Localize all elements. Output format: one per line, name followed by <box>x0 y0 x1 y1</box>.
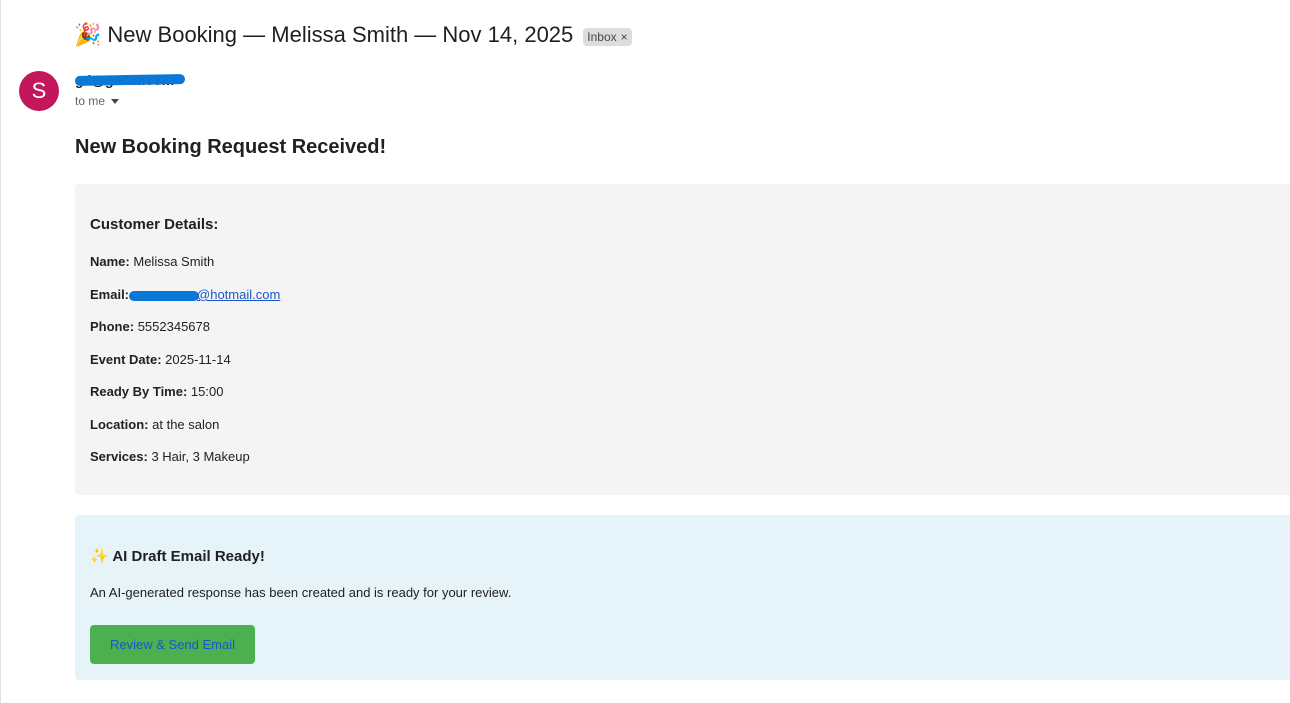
detail-value: Melissa Smith <box>133 254 215 269</box>
email-heading: New Booking Request Received! <box>75 136 387 158</box>
subject-row: 🎉 New Booking — Melissa Smith — Nov 14, … <box>74 19 632 51</box>
review-send-email-button[interactable]: Review & Send Email <box>90 625 255 664</box>
redaction-mark <box>74 74 186 86</box>
detail-ready-by-time: Ready By Time: 15:00 <box>90 384 223 399</box>
detail-name: Name: Melissa Smith <box>90 254 214 269</box>
party-popper-icon: 🎉 <box>74 22 102 47</box>
sender-redacted: g l <box>74 72 186 88</box>
detail-value: 15:00 <box>190 384 224 399</box>
customer-details-title: Customer Details: <box>90 216 219 233</box>
ai-draft-title: ✨ AI Draft Email Ready! <box>90 547 265 565</box>
ai-draft-box: ✨ AI Draft Email Ready! An AI-generated … <box>75 515 1290 680</box>
detail-phone: Phone: 5552345678 <box>90 319 210 334</box>
detail-location: Location: at the salon <box>90 417 219 432</box>
ai-draft-description: An AI-generated response has been create… <box>90 585 512 600</box>
email-subject: New Booking — Melissa Smith — Nov 14, 20… <box>107 22 574 47</box>
inbox-label-text: Inbox <box>587 29 617 44</box>
email-view: 🎉 New Booking — Melissa Smith — Nov 14, … <box>0 0 1290 703</box>
sender-avatar[interactable]: S <box>19 71 59 111</box>
detail-label: Location: <box>90 417 149 432</box>
detail-label: Email: <box>90 287 130 302</box>
detail-services: Services: 3 Hair, 3 Makeup <box>90 449 250 464</box>
detail-value: 2025-11-14 <box>165 352 231 367</box>
recipient-label: to me <box>75 94 106 108</box>
sparkles-icon: ✨ <box>90 548 109 565</box>
detail-event-date: Event Date: 2025-11-14 <box>90 352 231 367</box>
ai-draft-title-text: AI Draft Email Ready! <box>112 548 265 565</box>
detail-value: 3 Hair, 3 Makeup <box>151 449 250 464</box>
detail-value: 5552345678 <box>137 319 210 334</box>
sender-address[interactable]: g l@gmail.com <box>74 72 186 88</box>
detail-email: Email: @hotmail.com <box>90 287 280 302</box>
redaction-mark <box>129 290 200 302</box>
detail-label: Event Date: <box>90 352 162 367</box>
remove-label-icon[interactable]: × <box>621 29 628 45</box>
customer-details-box: Customer Details: Name: Melissa Smith Em… <box>75 184 1290 495</box>
detail-label: Services: <box>90 449 148 464</box>
detail-value: at the salon <box>152 417 220 432</box>
detail-label: Name: <box>90 254 130 269</box>
caret-down-icon <box>111 99 120 104</box>
inbox-label-chip[interactable]: Inbox × <box>583 27 632 46</box>
detail-label: Phone: <box>90 319 135 334</box>
customer-email-link[interactable]: @hotmail.com <box>197 287 280 302</box>
recipient-details-toggle[interactable]: to me <box>75 94 120 108</box>
detail-label: Ready By Time: <box>90 384 188 399</box>
